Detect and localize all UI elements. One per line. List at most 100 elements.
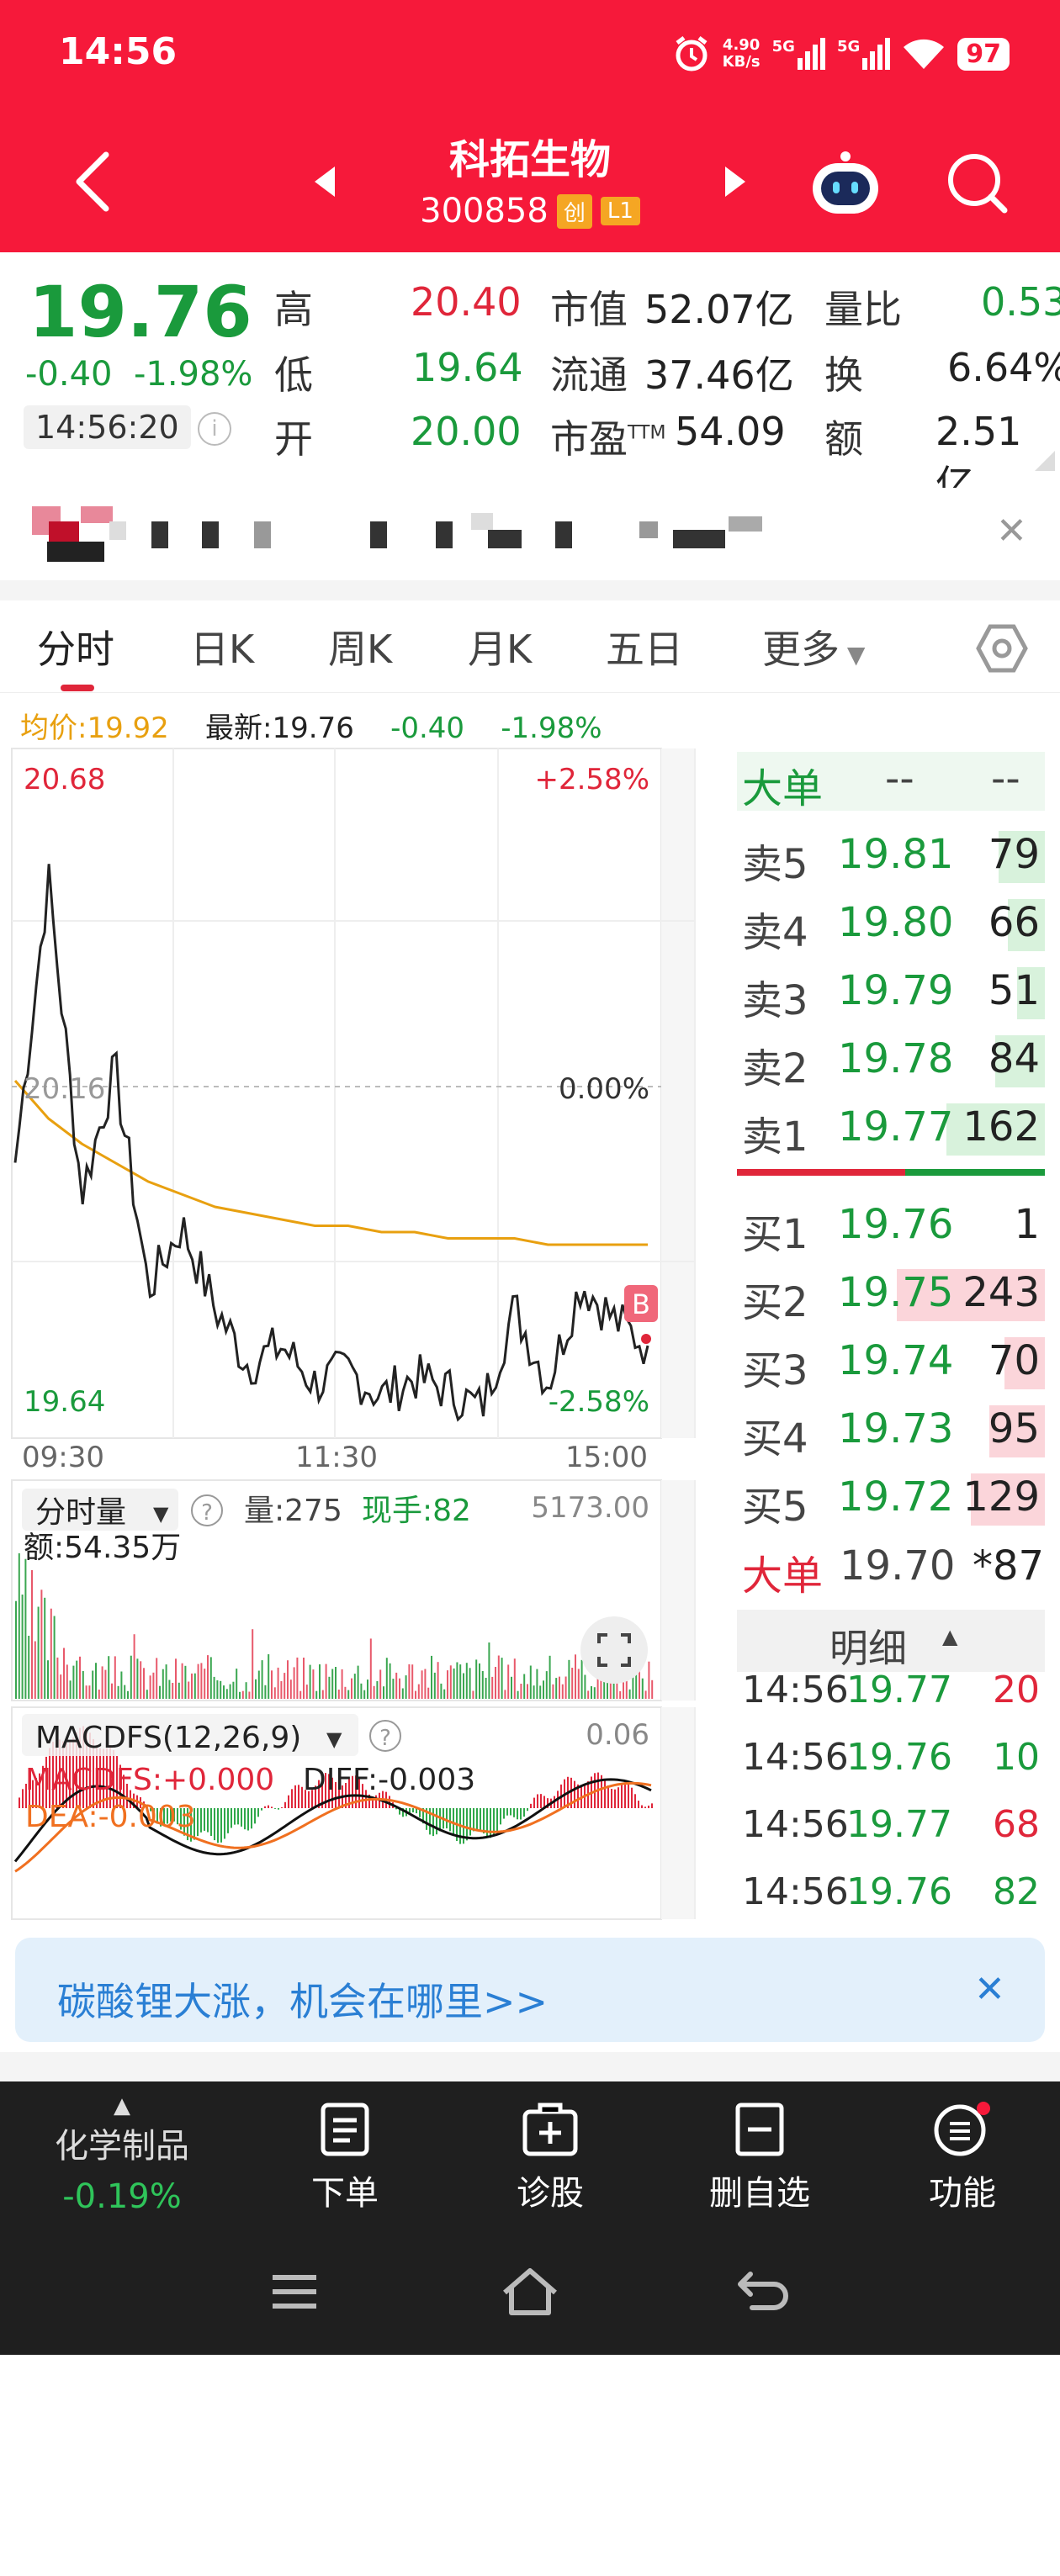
macd-bar bbox=[227, 1808, 229, 1833]
info-icon[interactable]: i bbox=[198, 412, 231, 446]
ask-row-2[interactable]: 卖4 19.80 66 bbox=[737, 896, 1045, 956]
sector-button[interactable]: ▲ 化学制品 -0.19% bbox=[34, 2093, 210, 2216]
volume-bar bbox=[168, 1679, 171, 1699]
ask-row-5[interactable]: 卖1 19.77 162 bbox=[737, 1100, 1045, 1161]
menu-nav-icon[interactable] bbox=[269, 2534, 320, 2576]
bid-row-2[interactable]: 买2 19.75 243 bbox=[737, 1266, 1045, 1326]
tab-more[interactable]: 更多 ▼ bbox=[762, 619, 865, 674]
next-stock-icon[interactable] bbox=[722, 165, 747, 198]
bid-row-1[interactable]: 买1 19.76 1 bbox=[737, 1198, 1045, 1258]
tab-intraday[interactable]: 分时 bbox=[37, 619, 114, 674]
bid-volume: 70 bbox=[988, 1337, 1040, 1384]
tab-monthly-k[interactable]: 月K bbox=[468, 619, 532, 674]
home-nav-icon[interactable] bbox=[501, 2267, 559, 2316]
ask-row-4[interactable]: 卖2 19.78 84 bbox=[737, 1032, 1045, 1092]
ask-price: 19.78 bbox=[838, 1035, 954, 1082]
promo-text[interactable]: 碳酸锂大涨，机会在哪里>> bbox=[57, 1971, 548, 2027]
tab-daily-k[interactable]: 日K bbox=[190, 619, 254, 674]
volume-bar bbox=[319, 1664, 321, 1699]
volume-bar bbox=[564, 1676, 567, 1699]
volume-bar bbox=[299, 1690, 302, 1699]
volume-bar bbox=[644, 1690, 647, 1699]
macd-bar bbox=[204, 1808, 205, 1831]
fullscreen-button[interactable] bbox=[580, 1616, 648, 1684]
volume-bar bbox=[66, 1664, 68, 1699]
volume-bar bbox=[21, 1595, 24, 1699]
macd-bar bbox=[449, 1808, 451, 1832]
settings-hexagon-icon[interactable] bbox=[976, 622, 1028, 674]
y-high-label: 20.68 bbox=[24, 763, 105, 796]
macd-bar bbox=[210, 1808, 212, 1836]
close-banner-icon[interactable]: ✕ bbox=[974, 1968, 1005, 2011]
volume-bar bbox=[257, 1670, 260, 1699]
volume-bar bbox=[399, 1678, 400, 1699]
volume-bar bbox=[648, 1661, 650, 1699]
macd-bar bbox=[500, 1808, 501, 1825]
ask-label: 卖5 bbox=[742, 841, 808, 888]
signal-1-icon: 5G bbox=[772, 38, 825, 70]
volume-bar bbox=[437, 1662, 439, 1699]
volume-bar bbox=[577, 1669, 580, 1699]
volume-bar bbox=[261, 1660, 263, 1699]
macd-bar bbox=[217, 1808, 219, 1843]
bid-label: 买5 bbox=[742, 1484, 808, 1531]
bid-row-3[interactable]: 买3 19.74 70 bbox=[737, 1334, 1045, 1394]
volume-bar bbox=[53, 1616, 56, 1699]
menu-nav-icon[interactable] bbox=[271, 2272, 318, 2311]
robot-assistant-icon[interactable] bbox=[808, 148, 883, 219]
volume-bar bbox=[347, 1690, 350, 1699]
volume-bar bbox=[463, 1673, 464, 1699]
bid-label: 买3 bbox=[742, 1347, 808, 1394]
macd-bar bbox=[510, 1808, 511, 1816]
volume-bar bbox=[571, 1668, 574, 1699]
close-news-icon[interactable]: ✕ bbox=[996, 510, 1027, 553]
volume-bar bbox=[475, 1659, 478, 1699]
wifi-icon bbox=[904, 39, 945, 69]
volume-bar bbox=[447, 1670, 448, 1699]
tab-weekly-k[interactable]: 周K bbox=[328, 619, 392, 674]
divider bbox=[0, 2052, 1060, 2081]
volume-bar bbox=[312, 1669, 315, 1699]
svg-text:?: ? bbox=[379, 1726, 391, 1751]
news-ticker[interactable]: ✕ bbox=[0, 488, 1060, 580]
volume-bar bbox=[527, 1684, 528, 1699]
macd-bar bbox=[412, 1808, 414, 1813]
ask-row-1[interactable]: 卖5 19.81 79 bbox=[737, 828, 1045, 888]
buy-marker-label: B bbox=[632, 1288, 650, 1320]
diagnose-button[interactable]: 诊股 bbox=[491, 2102, 609, 2214]
volume-bar bbox=[172, 1683, 174, 1699]
diagnose-icon bbox=[522, 2103, 578, 2156]
chevron-down-icon: ▼ bbox=[326, 1727, 342, 1751]
sector-name: 化学制品 bbox=[55, 2127, 189, 2166]
volume-bar bbox=[85, 1685, 87, 1699]
volume-bar bbox=[178, 1682, 180, 1699]
macd-bar bbox=[503, 1808, 505, 1819]
search-icon[interactable] bbox=[946, 151, 1010, 215]
tab-five-day[interactable]: 五日 bbox=[606, 619, 683, 674]
promo-banner[interactable]: 碳酸锂大涨，机会在哪里>> ✕ bbox=[15, 1938, 1045, 2042]
macd-bar bbox=[294, 1785, 296, 1808]
volume-bar bbox=[431, 1655, 432, 1699]
macd-bar bbox=[214, 1808, 215, 1841]
volume-bar bbox=[465, 1663, 468, 1699]
macd-bar bbox=[466, 1808, 468, 1841]
detail-toggle[interactable]: 明细 ▲ bbox=[737, 1610, 1045, 1672]
bid-volume: 243 bbox=[962, 1269, 1040, 1316]
quote-time: 14:56:20 bbox=[24, 405, 191, 449]
bid-row-5[interactable]: 买5 19.72 129 bbox=[737, 1470, 1045, 1531]
macdfs-value: MACDFS:+0.000 bbox=[25, 1763, 274, 1797]
volume-bar bbox=[268, 1654, 270, 1699]
y-mid-pct: 0.00% bbox=[559, 1072, 649, 1106]
high-label: 高 bbox=[274, 287, 313, 332]
volume-bar bbox=[184, 1665, 187, 1699]
function-button[interactable]: 功能 bbox=[904, 2102, 1021, 2214]
intraday-chart[interactable]: 20.68 +2.58% 20.16 0.00% 19.64 -2.58% B … bbox=[0, 740, 732, 1926]
remove-watchlist-button[interactable]: 删自选 bbox=[688, 2102, 831, 2214]
back-nav-icon[interactable] bbox=[737, 2271, 789, 2314]
expand-corner-icon[interactable] bbox=[1035, 451, 1055, 471]
volume-bar bbox=[34, 1641, 36, 1699]
ask-row-3[interactable]: 卖3 19.79 51 bbox=[737, 964, 1045, 1024]
order-button[interactable]: 下单 bbox=[286, 2102, 404, 2214]
bid-row-4[interactable]: 买4 19.73 95 bbox=[737, 1402, 1045, 1463]
status-bar: 14:56 4.90 KB/s 5G 5G 97 bbox=[0, 0, 1060, 118]
